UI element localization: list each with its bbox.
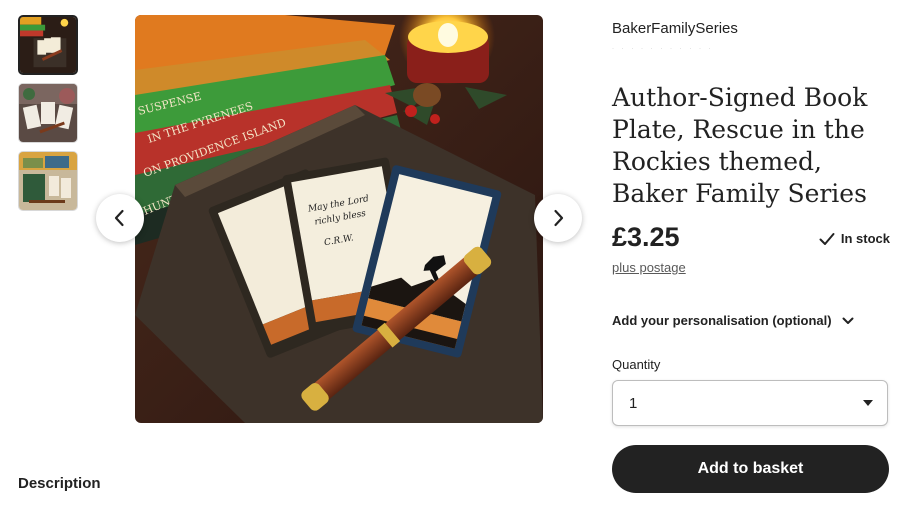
product-title: Author-Signed Book Plate, Rescue in the … (612, 83, 868, 208)
postage-link[interactable]: plus postage (612, 260, 686, 275)
shop-rating-placeholder: · · · · · · · · · · · (612, 46, 714, 52)
thumbnail-2-image (19, 84, 77, 142)
thumbnail-3[interactable] (18, 151, 78, 211)
personalisation-label: Add your personalisation (optional) (612, 313, 832, 328)
caret-down-icon (863, 400, 873, 406)
stock-status: In stock (819, 231, 890, 246)
personalisation-toggle[interactable]: Add your personalisation (optional) (612, 313, 854, 328)
shop-name-link[interactable]: BakerFamilySeries (612, 20, 738, 37)
product-page: SUSPENSE IN THE PYRENEES ON PROVIDENCE I… (0, 0, 907, 510)
thumbnail-3-image (19, 152, 77, 210)
main-product-image: SUSPENSE IN THE PYRENEES ON PROVIDENCE I… (135, 15, 543, 423)
previous-image-button[interactable] (96, 194, 144, 242)
quantity-label: Quantity (612, 357, 661, 372)
chevron-right-icon (554, 209, 564, 227)
next-image-button[interactable] (534, 194, 582, 242)
add-to-basket-button[interactable]: Add to basket (612, 445, 889, 493)
product-photo: SUSPENSE IN THE PYRENEES ON PROVIDENCE I… (135, 15, 543, 423)
checkmark-icon (819, 232, 835, 245)
description-heading: Description (18, 475, 101, 492)
quantity-value: 1 (629, 394, 638, 412)
thumbnail-list (18, 15, 78, 219)
thumbnail-1[interactable] (18, 15, 78, 75)
chevron-left-icon (114, 209, 124, 227)
thumbnail-1-image (20, 17, 76, 73)
quantity-select[interactable]: 1 (612, 380, 888, 426)
stock-status-label: In stock (840, 231, 890, 246)
chevron-down-icon (842, 317, 854, 324)
thumbnail-2[interactable] (18, 83, 78, 143)
price: £3.25 (612, 222, 680, 252)
